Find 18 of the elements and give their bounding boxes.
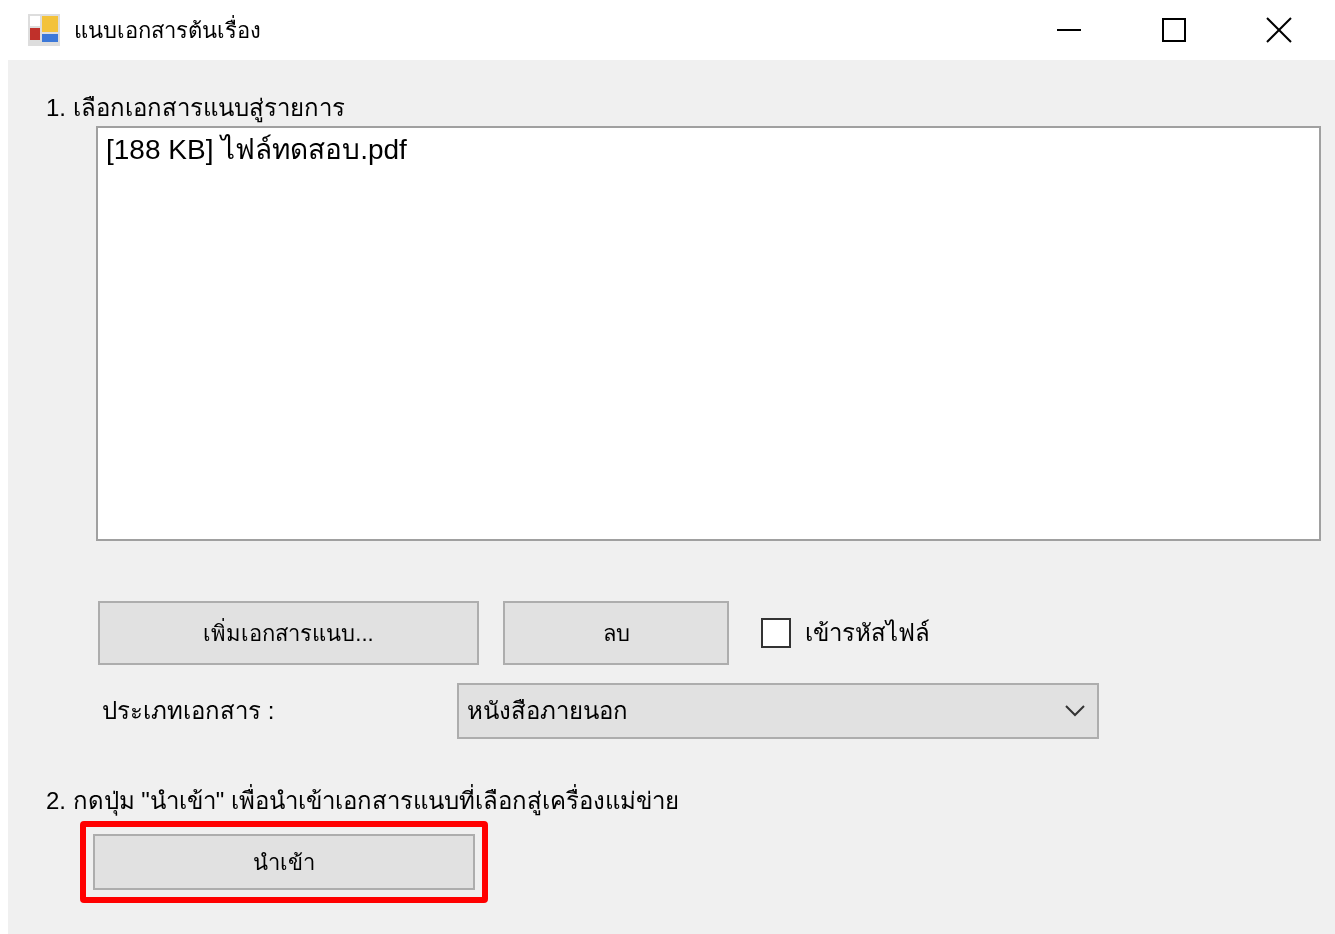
maximize-icon — [1161, 18, 1186, 42]
minimize-icon — [1056, 29, 1081, 31]
delete-button[interactable]: ลบ — [503, 601, 729, 665]
encrypt-checkbox[interactable] — [761, 618, 791, 648]
step-label: 2. กดปุ่ม "นำเข้า" เพื่อนำเข้าเอกสารแนบที่เลือกสู่เครื่องแม่ข่าย — [46, 785, 1321, 817]
file-list[interactable]: [188 KB] ไฟล์ทดสอบ.pdf — [96, 126, 1321, 541]
document-type-label: ประเภทเอกสาร : — [102, 696, 276, 726]
import-button[interactable]: นำเข้า — [93, 834, 475, 890]
window-title: แนบเอกสารต้นเรื่อง — [74, 14, 261, 45]
document-type-dropdown[interactable]: หนังสือภายนอก — [457, 683, 1099, 739]
close-icon — [1265, 17, 1292, 43]
step-label: 1. เลือกเอกสารแนบสู่รายการ — [46, 93, 346, 124]
add-attachment-button[interactable]: เพิ่มเอกสารแนบ... — [98, 601, 479, 665]
chevron-down-icon — [1065, 705, 1085, 717]
file-list-item[interactable]: [188 KB] ไฟล์ทดสอบ.pdf — [102, 132, 411, 168]
dropdown-value: หนังสือภายนอก — [467, 696, 628, 726]
encrypt-label: เข้ารหัสไฟล์ — [805, 618, 930, 648]
app-icon — [28, 14, 60, 46]
